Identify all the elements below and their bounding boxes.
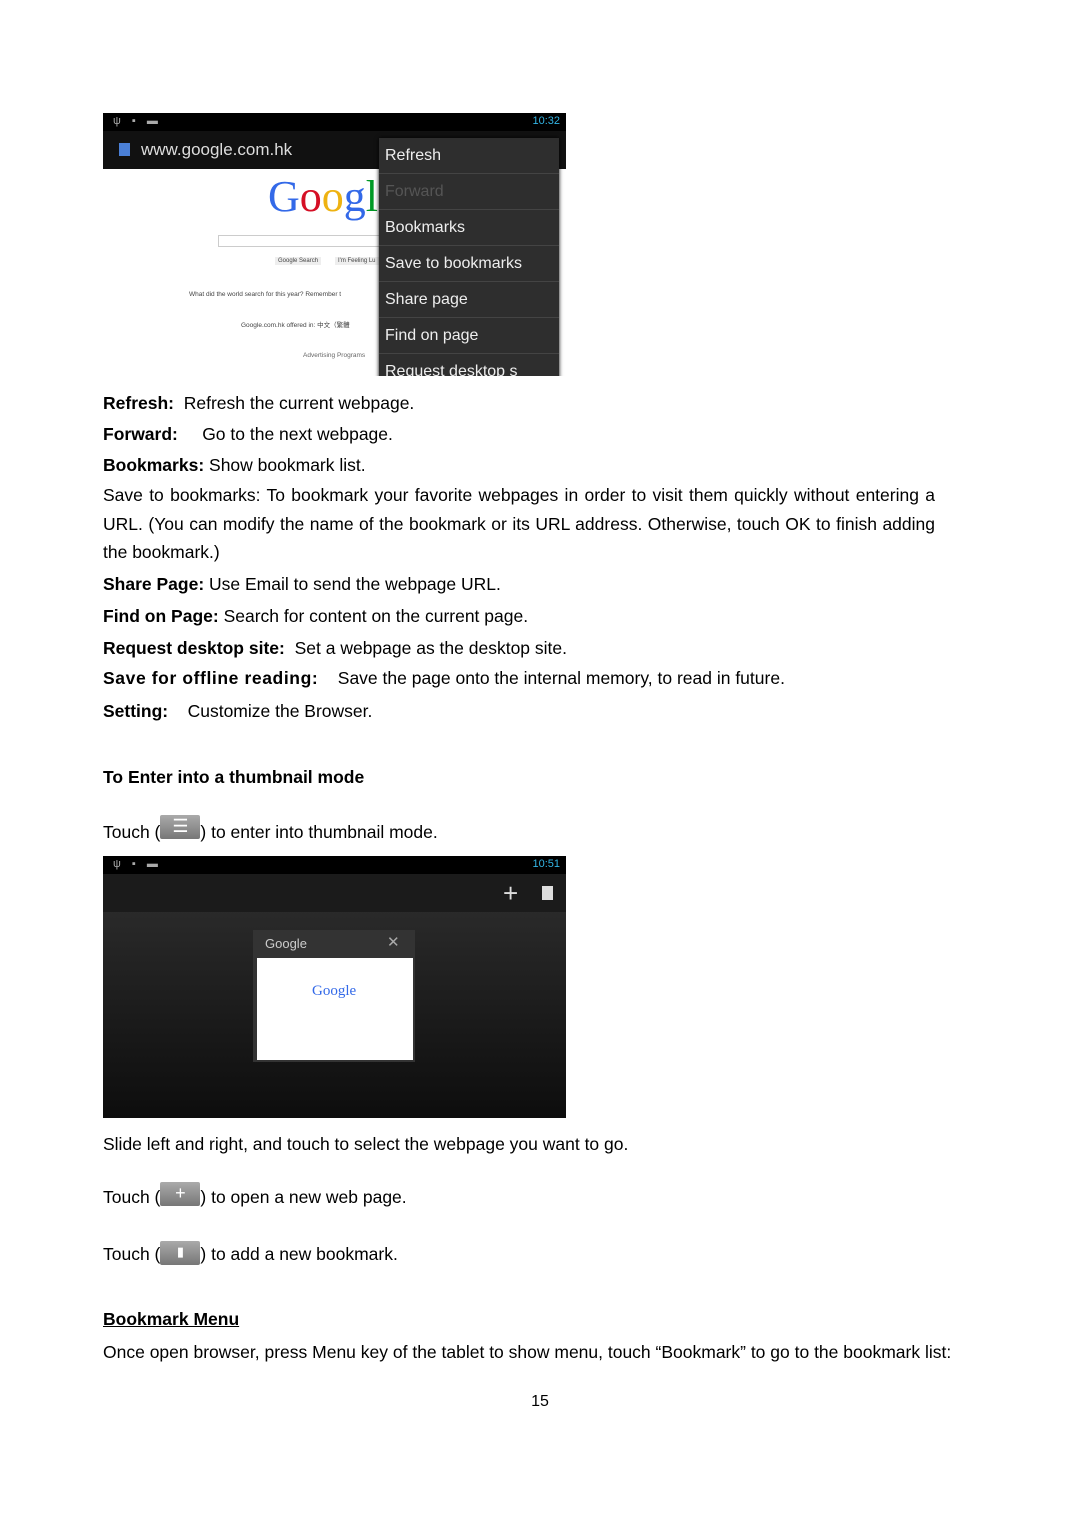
definition-forward: Forward: Go to the next webpage. bbox=[103, 424, 393, 445]
menu-item-find-on-page[interactable]: Find on page bbox=[379, 318, 559, 354]
definition-text: Save the page onto the internal memory, … bbox=[337, 668, 785, 688]
document-page: ψ ▪ ▬ 10:32 www.google.com.hk Googl Goog… bbox=[0, 0, 1080, 1527]
menu-item-bookmarks[interactable]: Bookmarks bbox=[379, 210, 559, 246]
definition-setting: Setting: Customize the Browser. bbox=[103, 701, 372, 722]
action-bar: + bbox=[103, 874, 566, 912]
thumbnail-heading: To Enter into a thumbnail mode bbox=[103, 767, 365, 787]
definition-request-desktop: Request desktop site: Set a webpage as t… bbox=[103, 638, 567, 659]
slide-instruction: Slide left and right, and touch to selec… bbox=[103, 1134, 629, 1154]
thumbnail-instruction: Touch (☰) to enter into thumbnail mode. bbox=[103, 815, 438, 843]
menu-item-share-page[interactable]: Share page bbox=[379, 282, 559, 318]
term: Refresh: bbox=[103, 393, 174, 413]
notification-icons: ψ ▪ ▬ bbox=[113, 115, 162, 127]
snippet: Advertising Programs bbox=[303, 352, 366, 359]
save-to-bookmarks-paragraph: Save to bookmarks: To bookmark your favo… bbox=[103, 485, 935, 562]
bookmark-icon: ▮ bbox=[160, 1241, 201, 1265]
term: Save for offline reading: bbox=[103, 668, 319, 688]
menu-item-forward[interactable]: Forward bbox=[379, 174, 559, 210]
plus-icon[interactable]: + bbox=[503, 878, 518, 909]
new-page-instruction: Touch (+) to open a new web page. bbox=[103, 1182, 407, 1208]
bookmark-icon[interactable] bbox=[542, 886, 553, 900]
page-number: 15 bbox=[531, 1393, 549, 1410]
feeling-lucky-btn: I'm Feeling Lu bbox=[335, 257, 379, 265]
tab-thumbnail[interactable]: Google ✕ Google bbox=[253, 930, 415, 1062]
menu-item-refresh[interactable]: Refresh bbox=[379, 138, 559, 174]
text: Touch ( bbox=[103, 1244, 161, 1264]
definition-text: Search for content on the current page. bbox=[223, 606, 529, 626]
definition-text: Use Email to send the webpage URL. bbox=[209, 574, 501, 594]
tab-title: Google bbox=[265, 936, 307, 951]
text: Touch ( bbox=[103, 822, 161, 842]
text: ) to add a new bookmark. bbox=[200, 1244, 398, 1264]
definition-text: Go to the next webpage. bbox=[202, 424, 393, 444]
search-box bbox=[218, 235, 390, 247]
definition-offline-reading: Save for offline reading: Save the page … bbox=[103, 668, 785, 689]
definition-text: Set a webpage as the desktop site. bbox=[294, 638, 567, 658]
plus-icon: + bbox=[160, 1182, 201, 1206]
favicon-icon bbox=[119, 143, 130, 156]
bookmark-menu-paragraph: Once open browser, press Menu key of the… bbox=[103, 1342, 952, 1362]
thumbnail-mode-screenshot: ψ ▪ ▬ 10:51 + Google ✕ Google bbox=[103, 856, 566, 1118]
definition-text: Customize the Browser. bbox=[187, 701, 373, 721]
text: ) to enter into thumbnail mode. bbox=[200, 822, 438, 842]
status-time: 10:51 bbox=[532, 858, 560, 870]
term: Setting: bbox=[103, 701, 169, 721]
page-preview: Google bbox=[257, 958, 413, 1060]
definition-text: Refresh the current webpage. bbox=[183, 393, 415, 413]
tabs-icon: ☰ bbox=[160, 815, 201, 839]
term: Forward: bbox=[103, 424, 178, 444]
term: Share Page: bbox=[103, 574, 205, 594]
term: Bookmarks: bbox=[103, 455, 205, 475]
google-logo: Googl bbox=[268, 172, 379, 221]
status-bar: ψ ▪ ▬ 10:51 bbox=[103, 856, 566, 874]
add-bookmark-instruction: Touch (▮) to add a new bookmark. bbox=[103, 1241, 398, 1265]
options-menu: Refresh Forward Bookmarks Save to bookma… bbox=[379, 138, 559, 376]
menu-item-request-desktop[interactable]: Request desktop s bbox=[379, 354, 559, 376]
definition-share-page: Share Page: Use Email to send the webpag… bbox=[103, 574, 501, 595]
bookmark-menu-heading: Bookmark Menu bbox=[103, 1309, 240, 1329]
status-bar: ψ ▪ ▬ 10:32 bbox=[103, 113, 566, 131]
snippet: Google.com.hk offered in: 中文（繁體 bbox=[241, 322, 350, 329]
status-time: 10:32 bbox=[532, 115, 560, 127]
snippet: What did the world search for this year?… bbox=[189, 291, 342, 298]
menu-item-save-to-bookmarks[interactable]: Save to bookmarks bbox=[379, 246, 559, 282]
term: Request desktop site: bbox=[103, 638, 285, 658]
notification-icons: ψ ▪ ▬ bbox=[113, 858, 162, 870]
text: Touch ( bbox=[103, 1187, 161, 1207]
google-search-btn: Google Search bbox=[275, 257, 322, 265]
definition-find-on-page: Find on Page: Search for content on the … bbox=[103, 606, 528, 627]
term: Find on Page: bbox=[103, 606, 219, 626]
browser-menu-screenshot: ψ ▪ ▬ 10:32 www.google.com.hk Googl Goog… bbox=[103, 113, 566, 376]
preview-logo: Google bbox=[312, 983, 357, 999]
close-icon[interactable]: ✕ bbox=[387, 933, 400, 951]
definition-bookmarks: Bookmarks: Show bookmark list. bbox=[103, 455, 366, 476]
url-text: www.google.com.hk bbox=[141, 140, 293, 159]
text: ) to open a new web page. bbox=[200, 1187, 407, 1207]
definition-text: Show bookmark list. bbox=[209, 455, 366, 475]
definition-refresh: Refresh: Refresh the current webpage. bbox=[103, 393, 414, 414]
